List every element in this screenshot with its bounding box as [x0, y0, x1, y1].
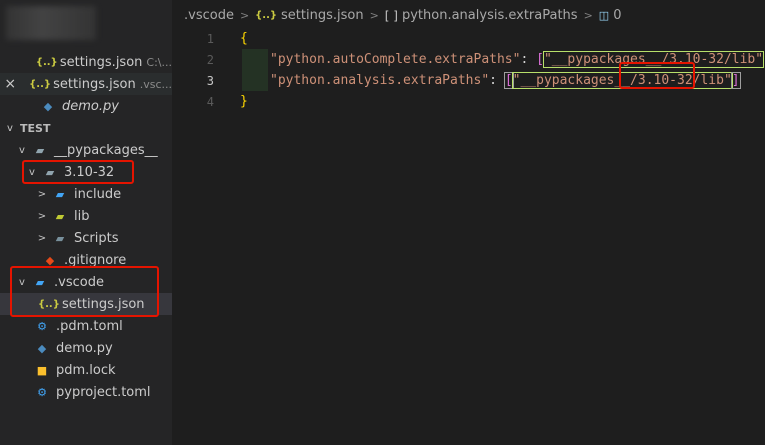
folder-icon: ▰	[35, 143, 45, 157]
breadcrumb-index[interactable]: 0	[613, 8, 621, 23]
chevron-down-icon: v	[7, 122, 13, 134]
bracket-icon: ◫	[598, 9, 610, 22]
code-text: }	[240, 94, 248, 109]
section-title: TEST	[20, 121, 51, 135]
tree-item-label: pyproject.toml	[56, 384, 151, 400]
section-header-test[interactable]: v TEST	[0, 117, 172, 139]
tree-item-scripts[interactable]: > ▰ Scripts	[0, 227, 172, 249]
chevron-right-icon: >	[583, 9, 593, 22]
json-icon: {..}	[29, 78, 51, 90]
line-number: 2	[206, 52, 214, 67]
tree-item-label: .pdm.toml	[56, 318, 123, 334]
json-icon: {..}	[255, 10, 278, 21]
chevron-right-icon: >	[37, 232, 47, 244]
gear-icon: ⚙	[37, 319, 47, 333]
breadcrumb-key[interactable]: python.analysis.extraPaths	[402, 8, 578, 23]
folder-lib-icon: ▰	[55, 209, 65, 223]
chevron-right-icon: >	[239, 9, 250, 22]
git-icon: ◆	[45, 253, 55, 267]
open-editor-settings-json-workspace[interactable]: × {..} settings.json .vsc...	[0, 73, 172, 95]
explorer-sidebar: {..} settings.json C:\... × {..} setting…	[0, 0, 172, 445]
highlight-box	[10, 266, 159, 317]
code-line: 4 }	[172, 91, 765, 112]
code-line: 1 {	[172, 28, 765, 49]
tree-item-include[interactable]: > ▰ include	[0, 183, 172, 205]
tree-item-label: __pypackages__	[54, 142, 158, 158]
line-number: 4	[206, 94, 214, 109]
highlight-box	[22, 160, 134, 184]
tree-item-label: lib	[74, 208, 90, 224]
breadcrumb: .vscode > {..} settings.json > [ ] pytho…	[184, 8, 621, 23]
open-editor-label: demo.py	[62, 98, 119, 114]
gear-icon: ⚙	[37, 385, 47, 399]
tree-item-label: Scripts	[74, 230, 119, 246]
open-editor-settings-json-user[interactable]: {..} settings.json C:\...	[0, 51, 172, 73]
array-icon: [ ]	[384, 8, 398, 23]
folder-include-icon: ▰	[55, 187, 65, 201]
tree-item-pypackages[interactable]: v ▰ __pypackages__	[0, 139, 172, 161]
json-icon: {..}	[35, 56, 58, 68]
tree-item-pdm-toml[interactable]: ⚙ .pdm.toml	[0, 315, 172, 337]
open-editor-label: settings.json	[59, 54, 143, 70]
tree-item-pyproject-toml[interactable]: ⚙ pyproject.toml	[0, 381, 172, 403]
tree-item-lib[interactable]: > ▰ lib	[0, 205, 172, 227]
python-icon: ◆	[37, 341, 47, 355]
code-text: {	[240, 31, 248, 46]
breadcrumb-file[interactable]: settings.json	[281, 8, 364, 23]
line-number: 1	[206, 31, 214, 46]
highlight-box	[619, 62, 695, 89]
close-icon[interactable]: ×	[0, 76, 20, 92]
chevron-right-icon: >	[37, 210, 47, 222]
open-editor-demo-py[interactable]: ◆ demo.py	[0, 95, 172, 117]
line-number: 3	[206, 73, 214, 88]
tree-item-label: pdm.lock	[56, 362, 116, 378]
open-editor-desc: .vsc...	[139, 77, 172, 91]
python-icon: ◆	[43, 99, 53, 113]
lock-icon: ■	[36, 363, 48, 377]
chevron-right-icon: >	[369, 9, 379, 22]
folder-scripts-icon: ▰	[55, 231, 65, 245]
tree-item-demo-py[interactable]: ◆ demo.py	[0, 337, 172, 359]
open-editor-desc: C:\...	[146, 55, 172, 69]
open-editor-label: settings.json	[53, 76, 136, 92]
chevron-down-icon: v	[19, 144, 25, 156]
tree-item-label: demo.py	[56, 340, 113, 356]
breadcrumb-folder[interactable]: .vscode	[184, 8, 234, 23]
chevron-right-icon: >	[37, 188, 47, 200]
blurred-header	[6, 6, 96, 40]
tree-item-label: include	[74, 186, 122, 202]
editor-pane[interactable]: .vscode > {..} settings.json > [ ] pytho…	[172, 0, 765, 445]
tree-item-pdm-lock[interactable]: ■ pdm.lock	[0, 359, 172, 381]
